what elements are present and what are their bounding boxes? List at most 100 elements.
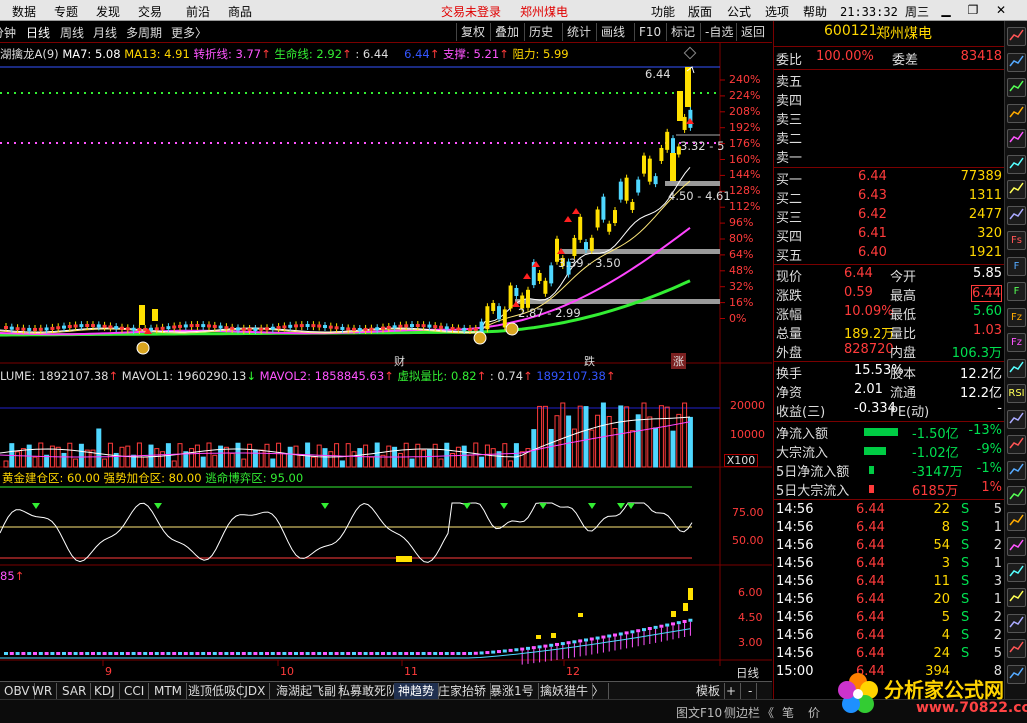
period-more[interactable]: 更多〉 [171, 24, 207, 41]
status-collapse[interactable]: 《 [762, 704, 774, 721]
btn-mark[interactable]: 标记 [666, 23, 699, 41]
tab-9[interactable]: 私募敢死队 [334, 683, 404, 699]
sell-row[interactable]: 卖二 [774, 128, 1004, 147]
menu-frontier[interactable]: 前沿 [186, 3, 210, 20]
tick-row[interactable]: 14:56 6.44 11 S 3 [774, 574, 1004, 593]
btn-back[interactable]: 返回 [736, 23, 769, 41]
period-day[interactable]: 日线 [26, 24, 50, 41]
side-icon-21-icon[interactable] [1007, 537, 1026, 556]
tick-row[interactable]: 14:56 6.44 20 S 1 [774, 592, 1004, 611]
event-tag-cai[interactable]: 财 [394, 353, 405, 369]
event-tag-zhang[interactable]: 涨 [671, 353, 686, 369]
sell-row[interactable]: 卖一 [774, 147, 1004, 166]
menu-formula[interactable]: 公式 [727, 3, 751, 20]
side-icon-8-icon[interactable] [1007, 205, 1026, 225]
btn-draw[interactable]: 画线 [596, 23, 629, 41]
trade-login-status[interactable]: 交易未登录 [441, 3, 501, 20]
side-icon-14-icon[interactable] [1007, 358, 1026, 378]
side-icon-25-icon[interactable] [1007, 639, 1026, 658]
side-icon-4-icon[interactable] [1007, 103, 1026, 123]
side-icon-2-icon[interactable] [1007, 52, 1026, 72]
period-month[interactable]: 月线 [93, 24, 117, 41]
menu-help[interactable]: 帮助 [803, 3, 827, 20]
period-minute[interactable]: 分钟 [0, 24, 16, 41]
side-icon-5-icon[interactable] [1007, 129, 1026, 148]
buy-row[interactable]: 买二 6.43 1311 [774, 188, 1004, 207]
tick-row[interactable]: 14:56 6.44 5 S 2 [774, 610, 1004, 629]
menu-trade[interactable]: 交易 [138, 3, 162, 20]
tick-row[interactable]: 14:56 6.44 3 S 1 [774, 556, 1004, 575]
tab-17[interactable]: - [744, 683, 758, 699]
tick-row[interactable]: 14:56 6.44 4 S 2 [774, 628, 1004, 647]
btn-fuquan[interactable]: 复权 [456, 23, 489, 41]
period-multi[interactable]: 多周期 [126, 24, 162, 41]
side-icon-3-icon[interactable] [1007, 78, 1026, 97]
tab-3[interactable]: KDJ [90, 683, 120, 699]
side-fz-icon[interactable]: Fz [1007, 333, 1026, 352]
side-fz-icon[interactable]: Fz [1007, 307, 1026, 327]
btn-stats[interactable]: 统计 [562, 23, 595, 41]
menu-options[interactable]: 选项 [765, 3, 789, 20]
status-price-tab[interactable]: 价 [808, 704, 820, 721]
buy-row[interactable]: 买一 6.44 77389 [774, 169, 1004, 188]
tab-4[interactable]: CCI [120, 683, 150, 699]
tab-14[interactable]: 〉 [588, 683, 610, 699]
tab-7[interactable]: CJDX [232, 683, 271, 699]
chart-canvas[interactable] [0, 43, 772, 666]
sell-row[interactable]: 卖五 [774, 71, 1004, 90]
tab-15[interactable]: 模板 [692, 683, 726, 699]
btn-overlay[interactable]: 叠加 [490, 23, 523, 41]
side-icon-20-icon[interactable] [1007, 511, 1026, 531]
menu-function[interactable]: 功能 [651, 3, 675, 20]
side-icon-17-icon[interactable] [1007, 435, 1026, 454]
sell-row[interactable]: 卖四 [774, 90, 1004, 109]
btn-watchlist[interactable]: -自选 [700, 23, 737, 41]
event-tag-die[interactable]: 跌 [584, 353, 595, 369]
buy-row[interactable]: 买四 6.41 320 [774, 226, 1004, 245]
restore-icon[interactable]: ❐ [962, 2, 984, 19]
side-f-icon[interactable]: F [1007, 256, 1026, 276]
side-fs-icon[interactable]: Fs [1007, 231, 1026, 250]
menu-discover[interactable]: 发现 [96, 3, 120, 20]
side-f-icon[interactable]: F [1007, 282, 1026, 301]
side-icon-19-icon[interactable] [1007, 486, 1026, 505]
close-icon[interactable]: ✕ [990, 2, 1012, 19]
period-week[interactable]: 周线 [60, 24, 84, 41]
minimize-icon[interactable]: ▁ [935, 2, 957, 19]
status-sidebar[interactable]: 侧边栏 [724, 704, 760, 721]
menu-goods[interactable]: 商品 [228, 3, 252, 20]
tick-row[interactable]: 14:56 6.44 8 S 1 [774, 520, 1004, 539]
tab-5[interactable]: MTM [150, 683, 188, 699]
side-icon-22-icon[interactable] [1007, 562, 1026, 582]
side-icon-7-icon[interactable] [1007, 180, 1026, 199]
tab-16[interactable]: + [722, 683, 742, 699]
menu-data[interactable]: 数据 [12, 3, 36, 20]
tick-row[interactable]: 14:56 6.44 22 S 5 [774, 502, 1004, 521]
tab-8[interactable]: 海湖起飞副 [272, 683, 342, 699]
tab-10[interactable]: 神趋势 [394, 683, 440, 699]
tab-13[interactable]: 擒妖猎牛 [536, 683, 594, 699]
status-tick-tab[interactable]: 笔 [782, 704, 794, 721]
side-icon-24-icon[interactable] [1007, 613, 1026, 633]
tab-2[interactable]: SAR [58, 683, 92, 699]
menu-topics[interactable]: 专题 [54, 3, 78, 20]
side-icon-6-icon[interactable] [1007, 154, 1026, 174]
sell-row[interactable]: 卖三 [774, 109, 1004, 128]
kline-chart[interactable]: 湖擒龙A(9) MA7: 5.08 MA13: 4.91 转折线: 3.77↑ … [0, 43, 772, 680]
menu-layout[interactable]: 版面 [688, 3, 712, 20]
buy-row[interactable]: 买三 6.42 2477 [774, 207, 1004, 226]
tab-12[interactable]: 暴涨1号 [486, 683, 539, 699]
btn-history[interactable]: 历史 [524, 23, 557, 41]
tab-11[interactable]: 庄家抬轿 [434, 683, 492, 699]
tick-row[interactable]: 14:56 6.44 54 S 2 [774, 538, 1004, 557]
side-icon-1-icon[interactable] [1007, 27, 1026, 46]
side-icon-16-icon[interactable] [1007, 409, 1026, 429]
status-f10[interactable]: 图文F10 [676, 704, 722, 721]
side-icon-18-icon[interactable] [1007, 460, 1026, 480]
side-rsi-icon[interactable]: RSI [1007, 384, 1026, 403]
side-icon-23-icon[interactable] [1007, 588, 1026, 607]
btn-f10[interactable]: F10 [634, 23, 665, 41]
tick-row[interactable]: 14:56 6.44 24 S 5 [774, 646, 1004, 665]
tab-1[interactable]: WR [28, 683, 58, 699]
buy-row[interactable]: 买五 6.40 1921 [774, 245, 1004, 264]
